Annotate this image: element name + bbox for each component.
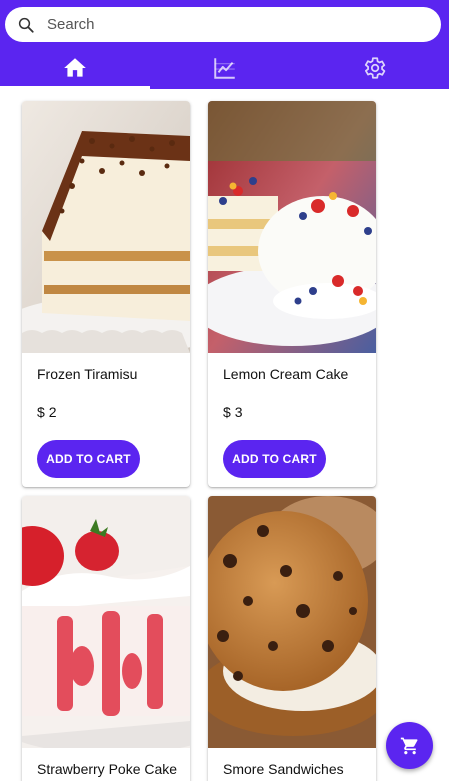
search-bar[interactable] <box>5 7 441 42</box>
tab-bar <box>0 47 449 89</box>
product-grid: Frozen Tiramisu $2 ADD TO CART Lemon Cre… <box>0 89 449 781</box>
chart-icon <box>213 58 235 79</box>
lemon-cream-cake-photo[interactable] <box>208 101 376 353</box>
tab-home[interactable] <box>0 47 150 89</box>
price-value: 2 <box>48 404 57 420</box>
product-card: Frozen Tiramisu $2 ADD TO CART <box>22 101 190 487</box>
search-icon <box>18 17 34 33</box>
product-price: $3 <box>223 404 243 420</box>
price-value: 3 <box>234 404 243 420</box>
currency-symbol: $ <box>223 404 231 420</box>
product-name: Frozen Tiramisu <box>37 366 138 382</box>
cart-fab[interactable] <box>386 722 433 769</box>
add-to-cart-button[interactable]: ADD TO CART <box>37 440 140 478</box>
product-price: $2 <box>37 404 57 420</box>
smore-sandwich-photo[interactable] <box>208 496 376 748</box>
product-card: Strawberry Poke Cake <box>22 496 190 781</box>
home-icon <box>63 58 86 77</box>
currency-symbol: $ <box>37 404 45 420</box>
app-bar <box>0 0 449 89</box>
search-input[interactable] <box>47 7 427 42</box>
tiramisu-photo[interactable] <box>22 101 190 353</box>
strawberry-poke-cake-photo[interactable] <box>22 496 190 748</box>
add-to-cart-button[interactable]: ADD TO CART <box>223 440 326 478</box>
product-card: Lemon Cream Cake $3 ADD TO CART <box>208 101 376 487</box>
gear-icon <box>365 57 386 79</box>
product-name: Smore Sandwiches <box>223 761 344 777</box>
tab-analytics[interactable] <box>150 47 300 89</box>
product-name: Strawberry Poke Cake <box>37 761 178 777</box>
product-name: Lemon Cream Cake <box>223 366 349 382</box>
cart-icon <box>400 737 417 754</box>
product-card: Smore Sandwiches <box>208 496 376 781</box>
tab-settings[interactable] <box>299 47 449 89</box>
